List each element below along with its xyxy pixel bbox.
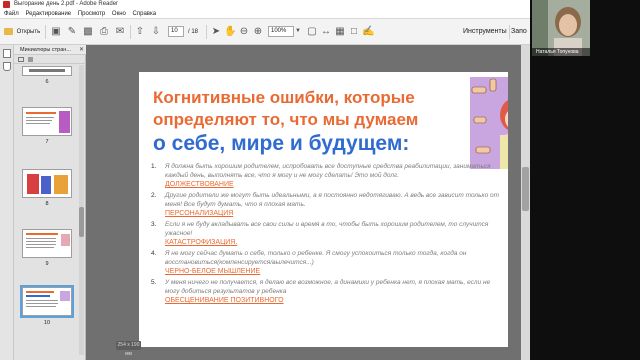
adobe-reader-window: Выгорание день 2.pdf - Adobe Reader Файл…	[0, 0, 530, 360]
list-item: 2. Другие родители же могут быть идеальн…	[151, 191, 503, 218]
cognitive-errors-list: 1. Я должна быть хорошим родителем, испр…	[151, 162, 503, 307]
close-icon[interactable]: ✕	[79, 45, 84, 55]
zoom-select[interactable]: 100%	[268, 26, 294, 37]
list-item: 4. Я не могу сейчас думать о себе, тольк…	[151, 249, 503, 276]
select-arrow-icon[interactable]: ➤	[210, 25, 222, 38]
list-item-number: 4.	[151, 250, 157, 257]
page-total: / 18	[188, 29, 199, 35]
thumbnail-page-selected[interactable]	[20, 285, 74, 318]
participant-name: Наталья Топунова	[532, 48, 590, 56]
menu-view[interactable]: Просмотр	[78, 11, 105, 17]
page-number-input[interactable]: 10	[168, 26, 184, 37]
toolbar-separator	[45, 25, 46, 39]
list-item-text: Если я не буду вкладывать все свои силы …	[165, 221, 489, 237]
pointing-fingers-illustration	[470, 77, 508, 169]
list-item-tag: КАТАСТРОФИЗАЦИЯ.	[165, 239, 238, 246]
options-icon[interactable]	[18, 57, 24, 62]
list-item-tag: ДОЛЖЕСТВОВАНИЕ	[165, 181, 234, 188]
list-item-number: 5.	[151, 279, 157, 286]
fit-page-icon[interactable]: ▢	[306, 25, 318, 38]
list-item: 1. Я должна быть хорошим родителем, испр…	[151, 162, 503, 189]
comment-icon[interactable]: □	[348, 25, 360, 38]
print-icon[interactable]: ⎙	[98, 25, 110, 38]
list-item-number: 3.	[151, 221, 157, 228]
thumbnails-panel-header: Миниатюры стран... ✕	[14, 45, 86, 55]
stressed-woman-illustration	[470, 77, 508, 169]
zoom-out-icon[interactable]: ⊖	[238, 25, 250, 38]
thumbnail-page[interactable]	[22, 169, 72, 198]
list-item-tag: ЧЕРНО-БЕЛОЕ МЫШЛЕНИЕ	[165, 268, 261, 275]
list-item-number: 1.	[151, 163, 157, 170]
menu-file[interactable]: Файл	[4, 11, 19, 17]
list-item-text: Я не могу сейчас думать о себе, только о…	[165, 250, 467, 266]
fit-width-icon[interactable]: ↔	[320, 25, 332, 38]
adobe-reader-icon	[3, 1, 10, 8]
navigation-strip	[0, 45, 14, 360]
title-bar: Выгорание день 2.pdf - Adobe Reader	[0, 0, 530, 9]
sign-icon[interactable]: ✍	[362, 25, 374, 38]
menu-bar: Файл Редактирование Просмотр Окно Справк…	[0, 9, 530, 19]
comments-button[interactable]: Запо	[505, 22, 530, 42]
toolbar: Открыть ▣ ✎ ▩ ⎙ ✉ ⇧ ⇩ 10 / 18 ➤ ✋ ⊖ ⊕ 10…	[0, 19, 530, 45]
thumbnail-page-number: 8	[45, 201, 49, 207]
page-size-badge: 254 x 190 мм	[116, 341, 141, 357]
menu-window[interactable]: Окно	[112, 11, 126, 17]
list-item: 5. У меня ничего не получается, я делаю …	[151, 278, 503, 305]
open-label: Открыть	[16, 29, 41, 35]
thumbnail-page[interactable]	[22, 229, 72, 258]
page-thumbnails-icon[interactable]	[3, 49, 11, 58]
thumbnail-page-number: 10	[43, 320, 51, 326]
slide-title-line: определяют то, что мы думаем	[153, 110, 419, 129]
edit-icon[interactable]: ✎	[66, 25, 78, 38]
folder-icon	[4, 27, 13, 35]
delete-icon[interactable]	[28, 57, 33, 62]
menu-edit[interactable]: Редактирование	[25, 11, 71, 17]
list-item-tag: ПЕРСОНАЛИЗАЦИЯ	[165, 210, 234, 217]
list-item-text: У меня ничего не получается, я делаю все…	[165, 279, 491, 295]
zoom-in-icon[interactable]: ⊕	[252, 25, 264, 38]
document-area: Миниатюры стран... ✕ 6 7 8 9 10 Когнитив…	[0, 45, 530, 360]
document-scrollbar[interactable]	[521, 45, 530, 360]
window-title: Выгорание день 2.pdf - Adobe Reader	[14, 1, 119, 7]
previous-page-icon[interactable]: ⇧	[134, 25, 146, 38]
chevron-down-icon[interactable]: ▼	[294, 25, 302, 38]
thumbnails-toolbar	[14, 55, 86, 64]
create-pdf-icon[interactable]: ▣	[50, 25, 62, 38]
list-item-number: 2.	[151, 192, 157, 199]
hand-tool-icon[interactable]: ✋	[224, 25, 236, 38]
thumbnail-page-number: 6	[45, 79, 49, 85]
list-item-text: Другие родители же могут быть идеальными…	[165, 192, 500, 208]
thumbnail-page[interactable]	[22, 107, 72, 136]
scrollbar-thumb[interactable]	[79, 207, 84, 237]
list-item-text: Я должна быть хорошим родителем, испробо…	[165, 163, 491, 179]
next-page-icon[interactable]: ⇩	[150, 25, 162, 38]
thumbnails-panel: Миниатюры стран... ✕ 6 7 8 9 10	[14, 45, 86, 360]
open-button[interactable]: Открыть	[4, 25, 40, 39]
thumbnail-page-number: 7	[45, 139, 49, 145]
pdf-page: Когнитивные ошибки, которые определяют т…	[139, 72, 508, 347]
scrollbar-thumb[interactable]	[522, 167, 529, 211]
slide-title: Когнитивные ошибки, которые определяют т…	[153, 87, 453, 157]
toolbar-separator	[130, 25, 131, 39]
slide-title-line: Когнитивные ошибки, которые	[153, 88, 415, 107]
save-icon[interactable]: ▩	[82, 25, 94, 38]
participant-video[interactable]: Наталья Топунова	[532, 0, 590, 56]
list-item-tag: ОБЕСЦЕНИВАНИЕ ПОЗИТИВНОГО	[165, 297, 284, 304]
thumbnails-scrollbar[interactable]	[79, 65, 84, 355]
toolbar-separator	[206, 25, 207, 39]
slide-title-line-highlight: о себе, мире и будущем:	[153, 132, 410, 155]
thumbnails-panel-title: Миниатюры стран...	[20, 47, 71, 53]
attachments-icon[interactable]	[3, 62, 11, 71]
thumbnail-page-number: 9	[45, 261, 49, 267]
menu-help[interactable]: Справка	[133, 11, 157, 17]
read-mode-icon[interactable]: ▦	[334, 25, 346, 38]
screen: Выгорание день 2.pdf - Adobe Reader Файл…	[0, 0, 640, 360]
video-call-panel: Наталья Топунова	[530, 0, 640, 360]
email-icon[interactable]: ✉	[114, 25, 126, 38]
list-item: 3. Если я не буду вкладывать все свои си…	[151, 220, 503, 247]
thumbnail-page[interactable]	[22, 66, 72, 76]
